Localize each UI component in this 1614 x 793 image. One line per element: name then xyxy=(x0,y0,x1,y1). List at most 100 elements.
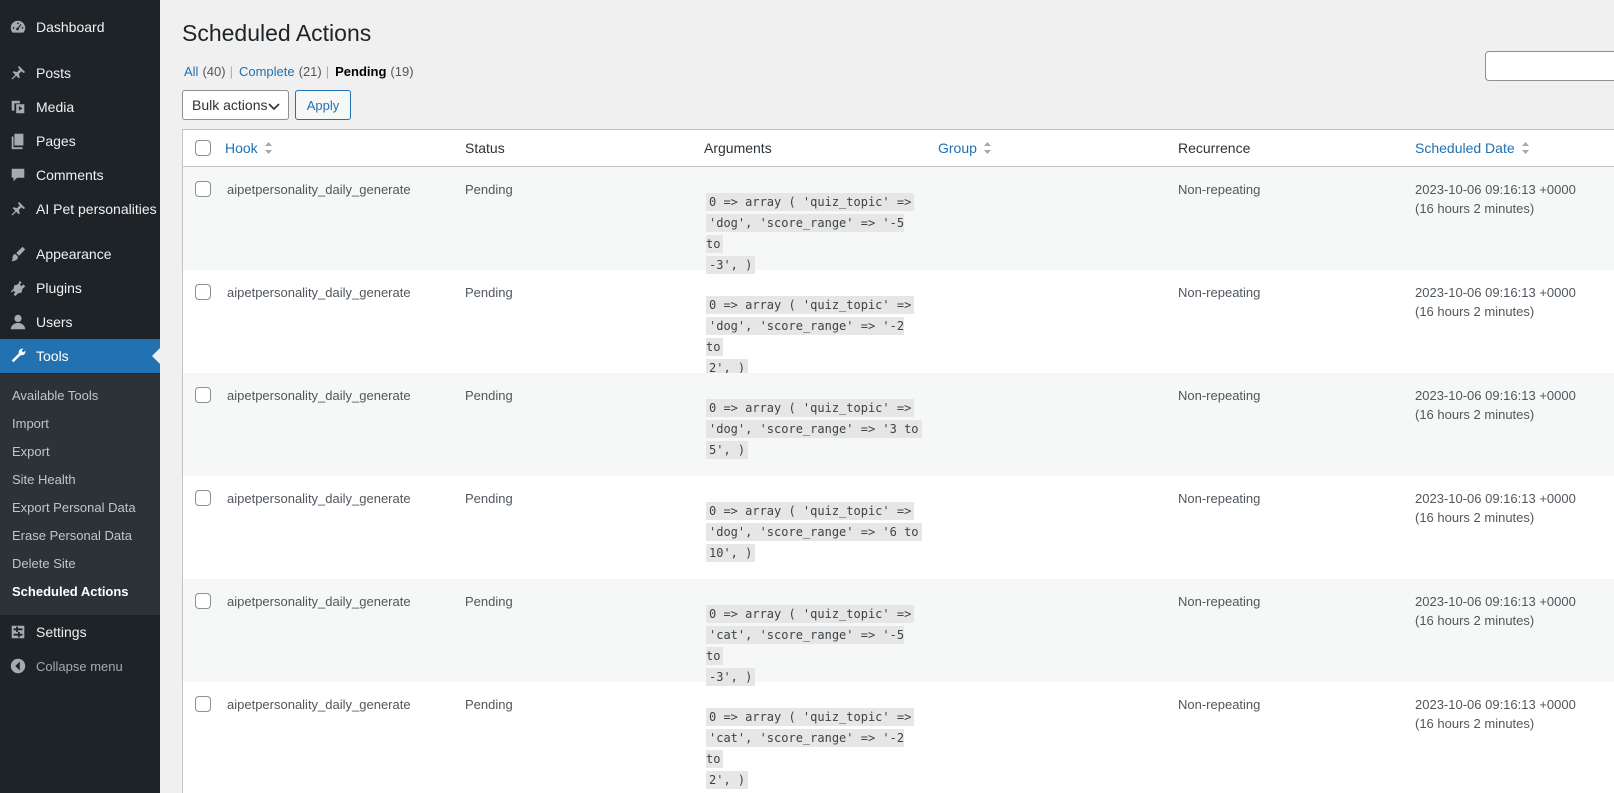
args-line: 'dog', 'score_range' => '-2 to xyxy=(706,317,905,356)
arguments-cell: 0 => array ( 'quiz_topic' => 'dog', 'sco… xyxy=(706,192,926,276)
arguments-cell: 0 => array ( 'quiz_topic' => 'dog', 'sco… xyxy=(706,398,926,461)
menu-label: Settings xyxy=(36,624,87,640)
plugin-icon xyxy=(8,278,28,298)
scheduled-relative: (16 hours 2 minutes) xyxy=(1415,407,1535,422)
media-icon xyxy=(8,97,28,117)
menu-label: Dashboard xyxy=(36,19,105,35)
column-hook[interactable]: Hook xyxy=(225,140,273,156)
column-scheduled-date[interactable]: Scheduled Date xyxy=(1415,140,1530,156)
menu-item-ai-pet-personalities[interactable]: AI Pet personalities xyxy=(0,192,160,226)
arguments-cell: 0 => array ( 'quiz_topic' => 'dog', 'sco… xyxy=(706,501,926,564)
scheduled-actions-table: Hook Status Arguments Group Recurrence S… xyxy=(182,129,1614,793)
hook-cell[interactable]: aipetpersonality_daily_generate xyxy=(227,592,411,611)
view-separator: | xyxy=(325,64,330,79)
row-checkbox[interactable] xyxy=(195,490,211,506)
menu-item-users[interactable]: Users xyxy=(0,305,160,339)
column-scheduled-date-label: Scheduled Date xyxy=(1415,140,1515,156)
row-checkbox[interactable] xyxy=(195,387,211,403)
menu-item-tools[interactable]: Tools xyxy=(0,339,160,373)
scheduled-date: 2023-10-06 09:16:13 +0000 xyxy=(1415,697,1576,712)
collapse-menu-button[interactable]: Collapse menu xyxy=(0,649,160,683)
menu-label: Media xyxy=(36,99,75,115)
column-group[interactable]: Group xyxy=(938,140,992,156)
scheduled-date-cell: 2023-10-06 09:16:13 +0000 (16 hours 2 mi… xyxy=(1415,695,1576,733)
admin-sidebar: Dashboard Posts Media Pages Comments AI … xyxy=(0,0,160,793)
table-row: aipetpersonality_daily_generate Pending … xyxy=(183,476,1614,579)
scheduled-date-cell: 2023-10-06 09:16:13 +0000 (16 hours 2 mi… xyxy=(1415,283,1576,321)
menu-label: Pages xyxy=(36,133,76,149)
scheduled-date: 2023-10-06 09:16:13 +0000 xyxy=(1415,285,1576,300)
menu-item-media[interactable]: Media xyxy=(0,90,160,124)
status-cell: Pending xyxy=(465,697,513,712)
column-hook-label: Hook xyxy=(225,140,258,156)
submenu-erase-personal-data[interactable]: Erase Personal Data xyxy=(12,526,132,546)
menu-item-pages[interactable]: Pages xyxy=(0,124,160,158)
args-line: 5', ) xyxy=(706,441,749,459)
hook-cell[interactable]: aipetpersonality_daily_generate xyxy=(227,283,411,302)
column-recurrence: Recurrence xyxy=(1178,140,1251,156)
arguments-cell: 0 => array ( 'quiz_topic' => 'dog', 'sco… xyxy=(706,295,926,379)
submenu-delete-site[interactable]: Delete Site xyxy=(12,554,76,574)
menu-label: Comments xyxy=(36,167,104,183)
row-checkbox[interactable] xyxy=(195,593,211,609)
row-checkbox[interactable] xyxy=(195,696,211,712)
menu-label: Posts xyxy=(36,65,72,81)
view-complete-link[interactable]: Complete xyxy=(239,64,295,79)
view-all-link[interactable]: All xyxy=(184,64,198,79)
view-filters: All (40) | Complete (21) | Pending (19) xyxy=(184,64,414,79)
row-checkbox[interactable] xyxy=(195,181,211,197)
select-all-checkbox[interactable] xyxy=(195,140,211,156)
tools-submenu: Available Tools Import Export Site Healt… xyxy=(0,374,160,615)
row-checkbox[interactable] xyxy=(195,284,211,300)
scheduled-date-cell: 2023-10-06 09:16:13 +0000 (16 hours 2 mi… xyxy=(1415,592,1576,630)
status-cell: Pending xyxy=(465,388,513,403)
recurrence-cell: Non-repeating xyxy=(1178,491,1261,506)
submenu-available-tools[interactable]: Available Tools xyxy=(12,386,98,406)
submenu-import[interactable]: Import xyxy=(12,414,49,434)
menu-label: AI Pet personalities xyxy=(36,201,157,217)
user-icon xyxy=(8,312,28,332)
column-group-label: Group xyxy=(938,140,977,156)
menu-item-dashboard[interactable]: Dashboard xyxy=(0,10,160,44)
table-row: aipetpersonality_daily_generate Pending … xyxy=(183,373,1614,476)
comment-icon xyxy=(8,165,28,185)
hook-cell[interactable]: aipetpersonality_daily_generate xyxy=(227,386,411,405)
scheduled-relative: (16 hours 2 minutes) xyxy=(1415,613,1535,628)
menu-item-appearance[interactable]: Appearance xyxy=(0,237,160,271)
submenu-scheduled-actions[interactable]: Scheduled Actions xyxy=(12,582,129,602)
menu-label: Users xyxy=(36,314,73,330)
scheduled-date: 2023-10-06 09:16:13 +0000 xyxy=(1415,388,1576,403)
hook-cell[interactable]: aipetpersonality_daily_generate xyxy=(227,489,411,508)
menu-label: Appearance xyxy=(36,246,112,262)
view-pending-count: (19) xyxy=(390,64,414,79)
scheduled-date-cell: 2023-10-06 09:16:13 +0000 (16 hours 2 mi… xyxy=(1415,489,1576,527)
menu-label: Tools xyxy=(36,348,69,364)
status-cell: Pending xyxy=(465,491,513,506)
search-input[interactable] xyxy=(1485,51,1614,81)
bulk-actions-select[interactable]: Bulk actions xyxy=(182,90,289,120)
scheduled-date: 2023-10-06 09:16:13 +0000 xyxy=(1415,491,1576,506)
hook-cell[interactable]: aipetpersonality_daily_generate xyxy=(227,695,411,714)
args-line: 0 => array ( 'quiz_topic' => xyxy=(706,399,915,417)
args-line: 'dog', 'score_range' => '3 to xyxy=(706,420,922,438)
hook-cell[interactable]: aipetpersonality_daily_generate xyxy=(227,180,411,199)
arguments-cell: 0 => array ( 'quiz_topic' => 'cat', 'sco… xyxy=(706,604,926,688)
menu-item-posts[interactable]: Posts xyxy=(0,56,160,90)
apply-button[interactable]: Apply xyxy=(295,90,351,120)
args-line: 0 => array ( 'quiz_topic' => xyxy=(706,296,915,314)
args-line: 0 => array ( 'quiz_topic' => xyxy=(706,605,915,623)
collapse-icon xyxy=(8,656,28,676)
table-row: aipetpersonality_daily_generate Pending … xyxy=(183,579,1614,686)
view-pending-link[interactable]: Pending xyxy=(335,64,386,79)
column-status: Status xyxy=(465,140,505,156)
wrench-icon xyxy=(8,346,28,366)
scheduled-date: 2023-10-06 09:16:13 +0000 xyxy=(1415,594,1576,609)
pin-icon xyxy=(8,63,28,83)
submenu-export[interactable]: Export xyxy=(12,442,50,462)
submenu-export-personal-data[interactable]: Export Personal Data xyxy=(12,498,136,518)
submenu-site-health[interactable]: Site Health xyxy=(12,470,76,490)
menu-item-settings[interactable]: Settings xyxy=(0,615,160,649)
menu-item-comments[interactable]: Comments xyxy=(0,158,160,192)
args-line: 'dog', 'score_range' => '-5 to xyxy=(706,214,905,253)
menu-item-plugins[interactable]: Plugins xyxy=(0,271,160,305)
